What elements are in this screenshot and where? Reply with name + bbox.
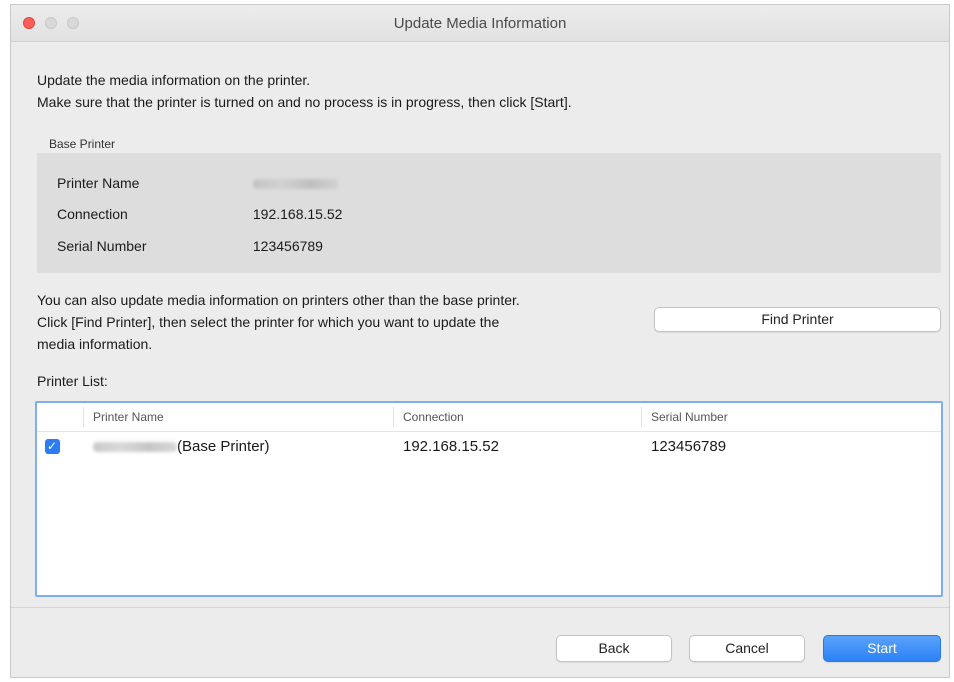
footer-divider: [11, 607, 949, 608]
printer-name-value-redacted: [252, 179, 339, 190]
row-checkbox[interactable]: ✓: [45, 439, 60, 454]
base-printer-panel: Printer Name Connection 192.168.15.52 Se…: [37, 153, 941, 273]
connection-key: Connection: [57, 206, 128, 222]
column-divider: [393, 407, 394, 427]
column-divider: [641, 407, 642, 427]
connection-cell: 192.168.15.52: [403, 438, 499, 455]
serial-number-cell: 123456789: [651, 438, 727, 455]
column-header-printer-name[interactable]: Printer Name: [93, 410, 164, 424]
printer-name-cell: (Base Printer): [93, 438, 270, 455]
back-button[interactable]: Back: [556, 635, 672, 662]
other-printers-text: You can also update media information on…: [37, 289, 657, 355]
intro-line-2: Make sure that the printer is turned on …: [37, 94, 572, 110]
table-row[interactable]: ✓ (Base Printer) 192.168.15.52 123456789: [37, 433, 941, 461]
base-printer-label: Base Printer: [49, 137, 116, 151]
find-printer-button[interactable]: Find Printer: [654, 307, 941, 332]
serial-number-row: Serial Number 123456789: [57, 238, 323, 254]
cancel-button[interactable]: Cancel: [689, 635, 805, 662]
serial-number-key: Serial Number: [57, 238, 147, 254]
connection-value: 192.168.15.52: [252, 206, 343, 222]
window-title: Update Media Information: [393, 15, 567, 32]
connection-row: Connection 192.168.15.52: [57, 206, 342, 222]
printer-list-header: Printer Name Connection Serial Number: [37, 403, 941, 432]
start-button[interactable]: Start: [823, 635, 941, 662]
printer-list[interactable]: Printer Name Connection Serial Number ✓ …: [35, 401, 943, 597]
title-bar: Update Media Information: [11, 5, 949, 42]
other-printers-line-2: Click [Find Printer], then select the pr…: [37, 314, 500, 330]
column-header-serial-number[interactable]: Serial Number: [651, 410, 728, 424]
intro-line-1: Update the media information on the prin…: [37, 72, 311, 88]
printer-name-row: Printer Name: [57, 175, 339, 191]
other-printers-line-1: You can also update media information on…: [37, 292, 520, 308]
intro-text: Update the media information on the prin…: [37, 69, 572, 113]
column-header-connection[interactable]: Connection: [403, 410, 464, 424]
column-divider: [83, 407, 84, 427]
dialog-window: Update Media Information Update the medi…: [10, 4, 950, 678]
serial-number-value: 123456789: [252, 238, 323, 254]
printer-name-key: Printer Name: [57, 175, 140, 191]
printer-name-redacted: [93, 442, 177, 453]
base-printer-suffix: (Base Printer): [177, 438, 270, 455]
printer-list-label: Printer List:: [37, 373, 108, 389]
other-printers-line-3: media information.: [37, 336, 153, 352]
checkmark-icon: ✓: [47, 439, 58, 453]
